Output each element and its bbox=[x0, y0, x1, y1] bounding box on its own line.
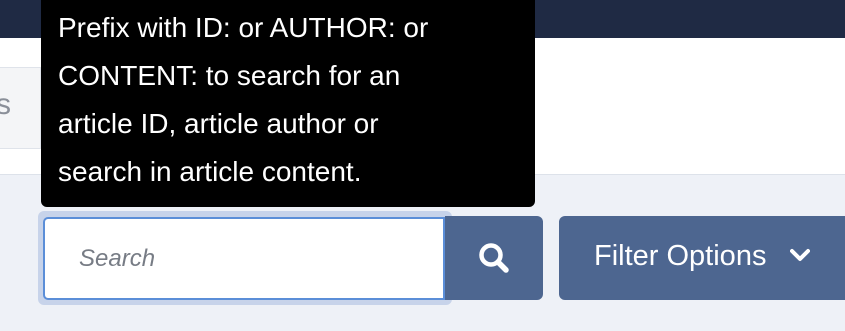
filter-options-label: Filter Options bbox=[594, 240, 767, 272]
tooltip-line: CONTENT: to search for an bbox=[58, 60, 401, 91]
partial-tab-label: s bbox=[0, 88, 11, 121]
tooltip-line: search in article content. bbox=[58, 156, 362, 187]
search-input[interactable] bbox=[43, 217, 445, 300]
filter-options-button[interactable]: Filter Options bbox=[559, 216, 845, 300]
search-button[interactable] bbox=[445, 216, 543, 300]
search-help-tooltip: Prefix with ID: or AUTHOR: or CONTENT: t… bbox=[41, 0, 535, 207]
chevron-down-icon bbox=[790, 249, 810, 261]
tooltip-line: Prefix with ID: or AUTHOR: or bbox=[58, 12, 429, 43]
partial-tab[interactable]: s bbox=[0, 67, 41, 149]
search-icon bbox=[479, 243, 509, 273]
tooltip-line: article ID, article author or bbox=[58, 108, 379, 139]
